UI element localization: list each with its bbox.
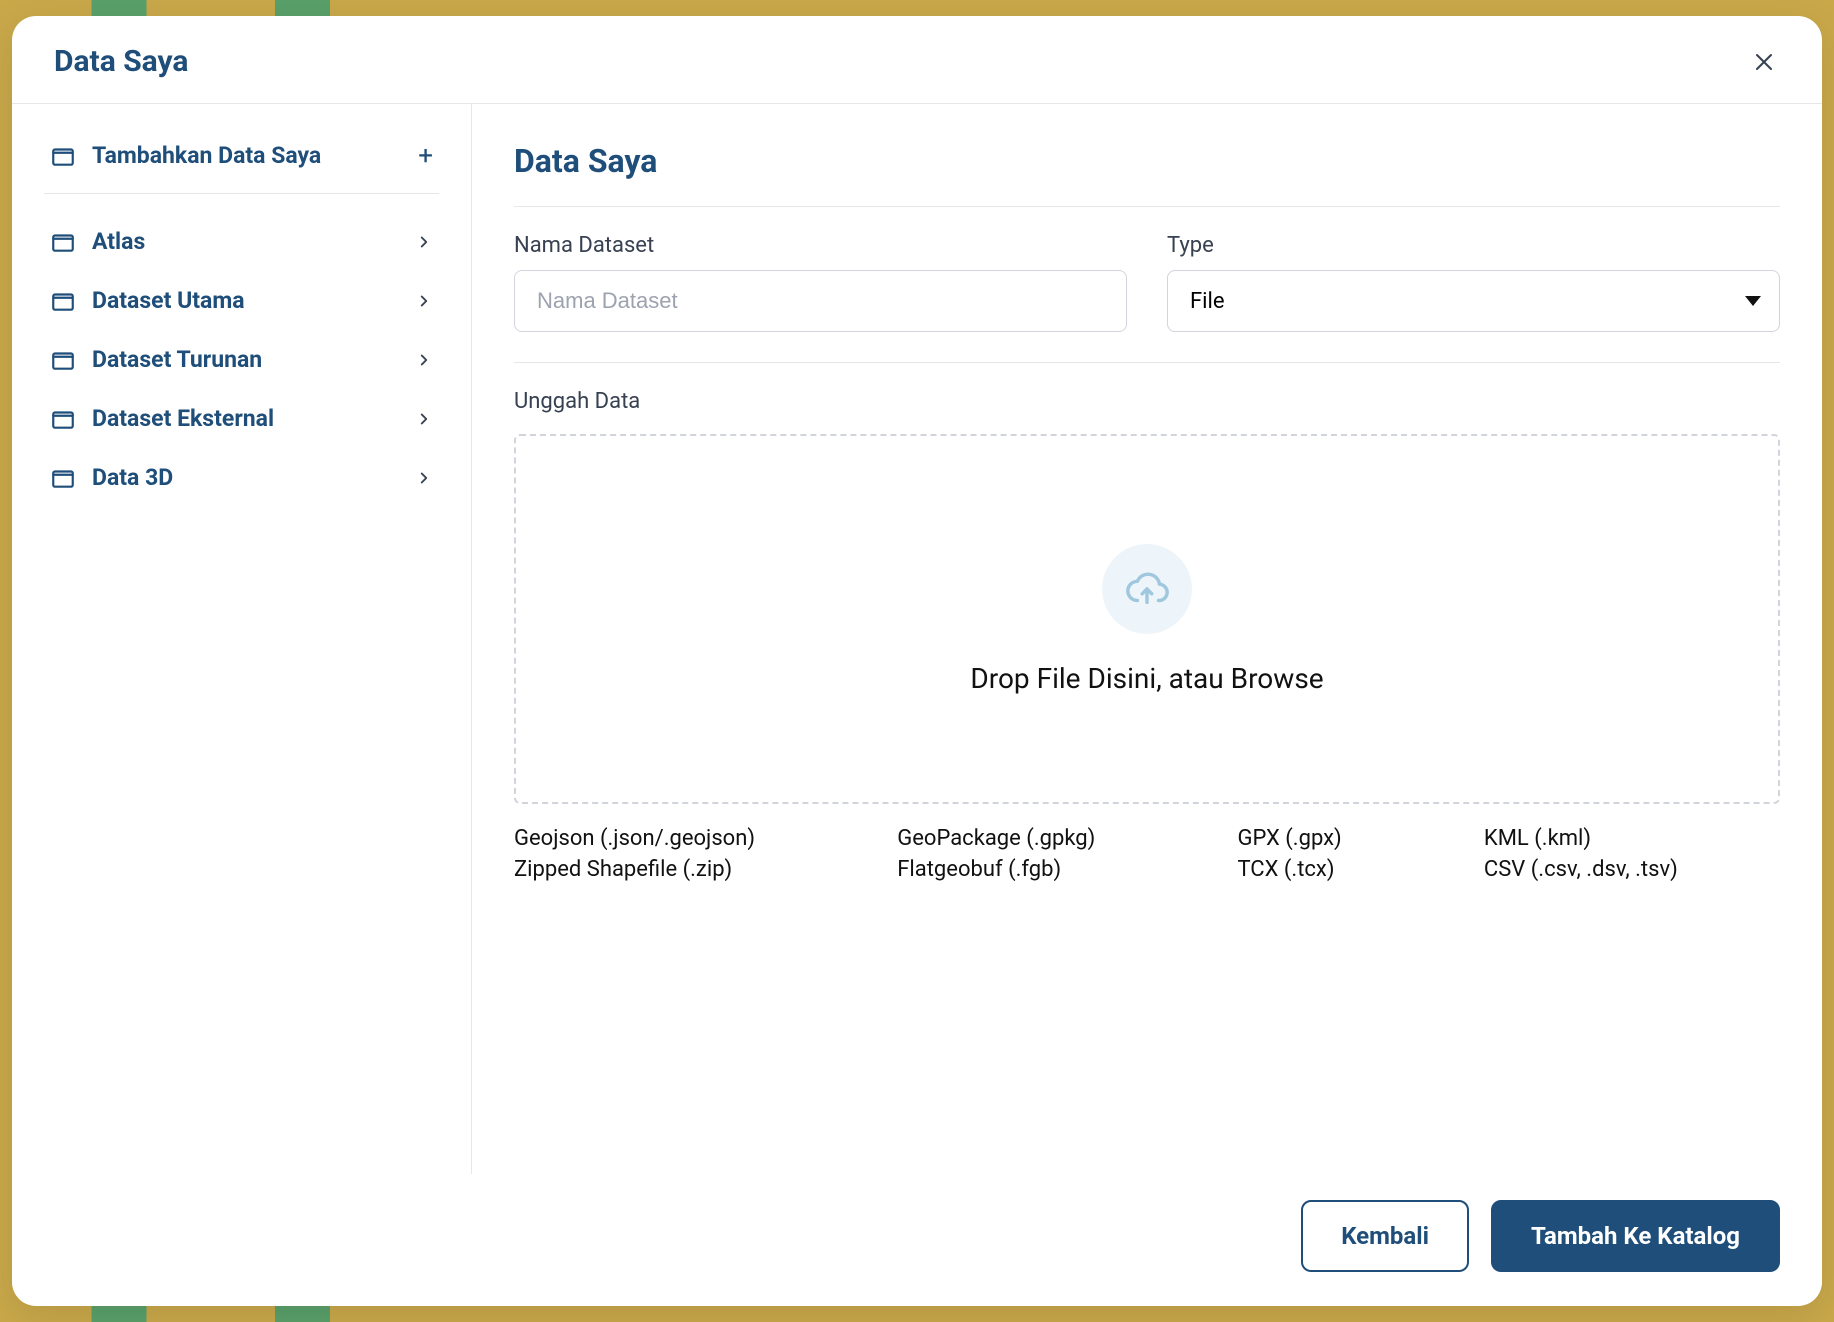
folder-icon xyxy=(50,465,76,491)
name-label: Nama Dataset xyxy=(514,233,1127,258)
main-title: Data Saya xyxy=(514,142,1780,207)
format-item: GeoPackage (.gpkg) xyxy=(897,826,1197,851)
chevron-right-icon xyxy=(415,410,433,428)
back-button[interactable]: Kembali xyxy=(1301,1200,1469,1272)
sidebar-add-label: Tambahkan Data Saya xyxy=(92,142,321,169)
sidebar-item-label: Data 3D xyxy=(92,464,173,491)
format-item: TCX (.tcx) xyxy=(1237,857,1443,882)
format-item: CSV (.csv, .dsv, .tsv) xyxy=(1484,857,1780,882)
folder-icon xyxy=(50,143,76,169)
folder-icon xyxy=(50,229,76,255)
chevron-right-icon xyxy=(415,292,433,310)
format-item: GPX (.gpx) xyxy=(1237,826,1443,851)
chevron-right-icon xyxy=(415,351,433,369)
name-field-group: Nama Dataset xyxy=(514,233,1127,332)
type-select[interactable]: File xyxy=(1167,270,1780,332)
type-label: Type xyxy=(1167,233,1780,258)
sidebar-item-atlas[interactable]: Atlas xyxy=(44,212,439,271)
sidebar-item-label: Atlas xyxy=(92,228,145,255)
sidebar-add-my-data[interactable]: Tambahkan Data Saya + xyxy=(44,134,439,194)
upload-cloud-icon xyxy=(1102,544,1192,634)
folder-icon xyxy=(50,347,76,373)
close-button[interactable] xyxy=(1748,46,1780,78)
file-dropzone[interactable]: Drop File Disini, atau Browse xyxy=(514,434,1780,804)
modal-title: Data Saya xyxy=(54,44,188,79)
add-to-catalog-button[interactable]: Tambah Ke Katalog xyxy=(1491,1200,1780,1272)
back-button-label: Kembali xyxy=(1341,1222,1429,1250)
plus-icon[interactable]: + xyxy=(418,143,433,169)
modal-footer: Kembali Tambah Ke Katalog xyxy=(12,1174,1822,1306)
sidebar-item-dataset-eksternal[interactable]: Dataset Eksternal xyxy=(44,389,439,448)
modal-header: Data Saya xyxy=(12,16,1822,104)
sidebar-item-dataset-turunan[interactable]: Dataset Turunan xyxy=(44,330,439,389)
close-icon xyxy=(1752,50,1776,74)
dataset-name-input[interactable] xyxy=(514,270,1127,332)
sidebar: Tambahkan Data Saya + Atlas Dataset Utam… xyxy=(12,104,472,1174)
chevron-right-icon xyxy=(415,469,433,487)
supported-formats: Geojson (.json/.geojson) GeoPackage (.gp… xyxy=(514,826,1780,882)
form-row: Nama Dataset Type File xyxy=(514,233,1780,363)
sidebar-item-dataset-utama[interactable]: Dataset Utama xyxy=(44,271,439,330)
format-item: Geojson (.json/.geojson) xyxy=(514,826,857,851)
chevron-right-icon xyxy=(415,233,433,251)
dropzone-text: Drop File Disini, atau Browse xyxy=(970,662,1323,695)
sidebar-item-data-3d[interactable]: Data 3D xyxy=(44,448,439,507)
folder-icon xyxy=(50,406,76,432)
format-item: KML (.kml) xyxy=(1484,826,1780,851)
format-item: Zipped Shapefile (.zip) xyxy=(514,857,857,882)
caret-down-icon xyxy=(1745,296,1761,306)
folder-icon xyxy=(50,288,76,314)
type-select-value: File xyxy=(1190,289,1225,314)
type-field-group: Type File xyxy=(1167,233,1780,332)
sidebar-item-label: Dataset Eksternal xyxy=(92,405,274,432)
format-item: Flatgeobuf (.fgb) xyxy=(897,857,1197,882)
add-button-label: Tambah Ke Katalog xyxy=(1531,1222,1740,1250)
sidebar-item-label: Dataset Turunan xyxy=(92,346,262,373)
main-panel: Data Saya Nama Dataset Type File Unggah … xyxy=(472,104,1822,1174)
my-data-modal: Data Saya Tambahkan Data Saya + xyxy=(12,16,1822,1306)
modal-body: Tambahkan Data Saya + Atlas Dataset Utam… xyxy=(12,104,1822,1174)
upload-label: Unggah Data xyxy=(514,389,1780,414)
sidebar-item-label: Dataset Utama xyxy=(92,287,245,314)
